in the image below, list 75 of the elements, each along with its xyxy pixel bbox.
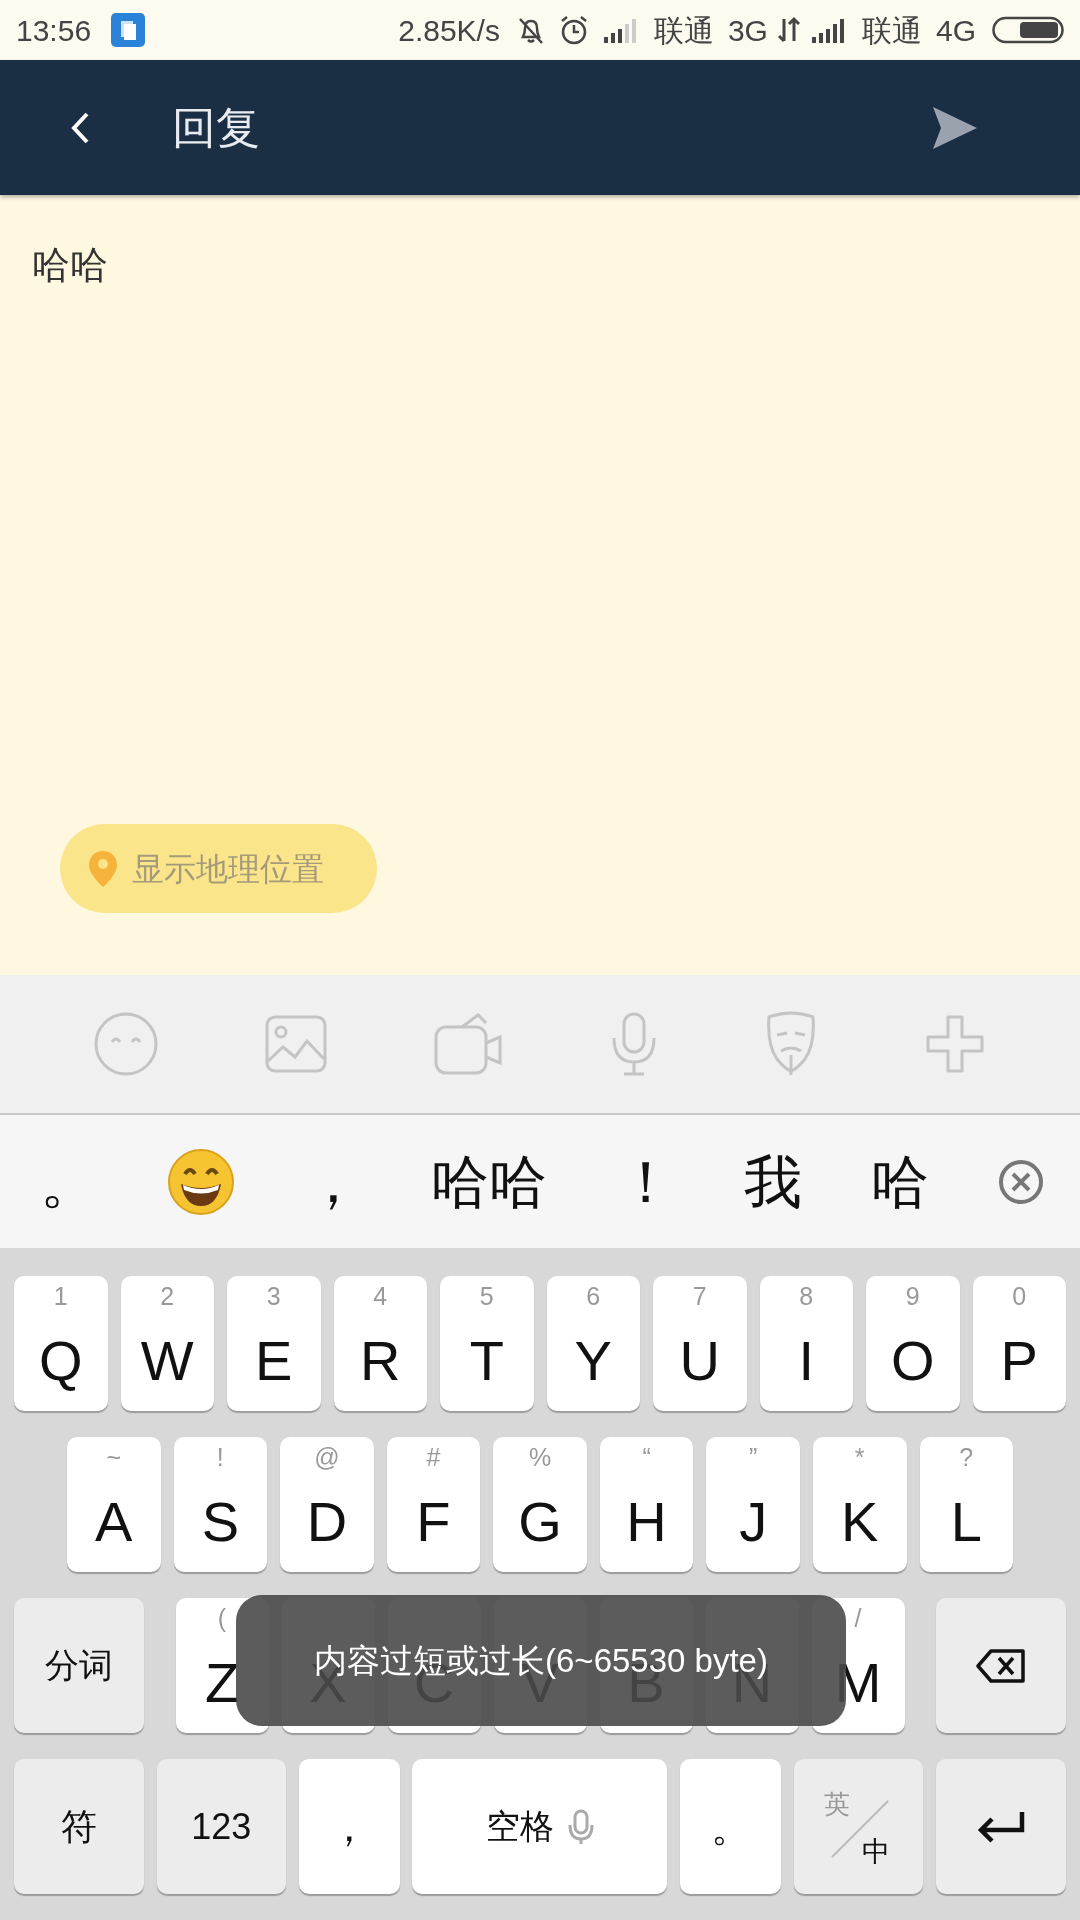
network-speed: 2.85K/s (398, 12, 500, 49)
page-title: 回复 (172, 101, 260, 154)
backspace-key[interactable] (936, 1598, 1066, 1733)
key-hint: @ (313, 1445, 341, 1470)
keyboard-key[interactable]: 2 W (120, 1276, 214, 1411)
keyboard-key[interactable]: 8 I (759, 1276, 853, 1411)
microphone-icon (568, 1808, 594, 1845)
key-hint: 5 (478, 1284, 495, 1309)
clear-candidates-icon[interactable] (998, 1158, 1044, 1205)
candidate-word[interactable]: ！ (616, 1138, 675, 1225)
key-label: 中 (862, 1835, 891, 1869)
keyboard-key[interactable]: ， (298, 1759, 400, 1894)
key-hint: # (425, 1445, 442, 1470)
battery-icon (992, 16, 1064, 44)
keyboard-key[interactable]: ~ A (67, 1437, 161, 1572)
network-type: 4G (935, 12, 976, 49)
key-hint: 9 (904, 1284, 921, 1309)
candidate-word[interactable]: 哈哈 (431, 1138, 548, 1225)
key-hint: 4 (372, 1284, 389, 1309)
key-hint: 2 (159, 1284, 176, 1309)
key-hint: ! (215, 1445, 225, 1470)
keyboard-key[interactable]: 符 (14, 1759, 144, 1894)
keyboard-key[interactable]: 1 Q (14, 1276, 108, 1411)
keyboard-key[interactable]: 0 P (972, 1276, 1066, 1411)
keyboard-key[interactable]: 。 (680, 1759, 782, 1894)
space-key[interactable]: 空格 (412, 1759, 668, 1894)
keyboard-key[interactable]: ? L (919, 1437, 1014, 1572)
candidate-word[interactable]: 哈 (870, 1138, 929, 1225)
keyboard-key[interactable]: 6 Y (546, 1276, 640, 1411)
keyboard-key[interactable]: “ H (599, 1437, 694, 1572)
keyboard-key[interactable]: ” J (706, 1437, 800, 1572)
data-transfer-icon (777, 15, 800, 45)
app-notification-icon (111, 13, 146, 47)
key-hint: 0 (1011, 1284, 1028, 1309)
key-label: 英 (824, 1788, 851, 1821)
network-type: 3G (727, 12, 768, 49)
keyboard-key[interactable]: 5 T (440, 1276, 534, 1411)
keyboard-key[interactable]: @ D (280, 1437, 374, 1572)
key-hint: * (853, 1445, 866, 1470)
keyboard-key[interactable]: 7 U (653, 1276, 747, 1411)
key-hint: 1 (52, 1284, 69, 1309)
keyboard-key[interactable]: % G (493, 1437, 587, 1572)
key-hint: % (527, 1445, 553, 1470)
status-time: 13:56 (16, 12, 92, 49)
key-hint: / (853, 1606, 863, 1631)
key-hint: ? (958, 1445, 975, 1470)
key-hint: 7 (691, 1284, 708, 1309)
key-hint: “ (641, 1445, 652, 1470)
grinning-emoji-icon[interactable] (167, 1147, 236, 1216)
keyboard-key[interactable]: 123 (156, 1759, 286, 1894)
key-hint: ( (216, 1606, 228, 1631)
keyboard-key[interactable]: * K (812, 1437, 907, 1572)
send-icon (931, 104, 979, 151)
keyboard-key[interactable]: ! S (173, 1437, 268, 1572)
segment-key[interactable]: 分词 (14, 1598, 144, 1733)
enter-key[interactable] (935, 1759, 1066, 1894)
carrier-name: 联通 (653, 12, 714, 49)
keyboard-key[interactable]: 3 E (227, 1276, 321, 1411)
key-hint: ~ (105, 1445, 123, 1470)
candidate-word[interactable]: 。 (40, 1138, 98, 1225)
keyboard-key[interactable]: 9 O (866, 1276, 960, 1411)
language-switch-key[interactable]: 英 中 (794, 1759, 924, 1894)
key-hint: ” (748, 1445, 759, 1470)
candidate-word[interactable]: 我 (743, 1138, 802, 1225)
candidate-word[interactable]: ， (304, 1138, 363, 1225)
enter-icon (975, 1809, 1026, 1844)
backspace-icon (975, 1647, 1027, 1684)
key-hint: 3 (265, 1284, 282, 1309)
keyboard-key[interactable]: # F (386, 1437, 481, 1572)
keyboard-key[interactable]: 4 R (333, 1276, 427, 1411)
carrier-name: 联通 (861, 12, 922, 49)
location-pin-icon (88, 849, 118, 888)
reply-input-field[interactable]: 哈哈 (32, 237, 1048, 294)
key-hint: 8 (798, 1284, 815, 1309)
key-hint: 6 (585, 1284, 602, 1309)
